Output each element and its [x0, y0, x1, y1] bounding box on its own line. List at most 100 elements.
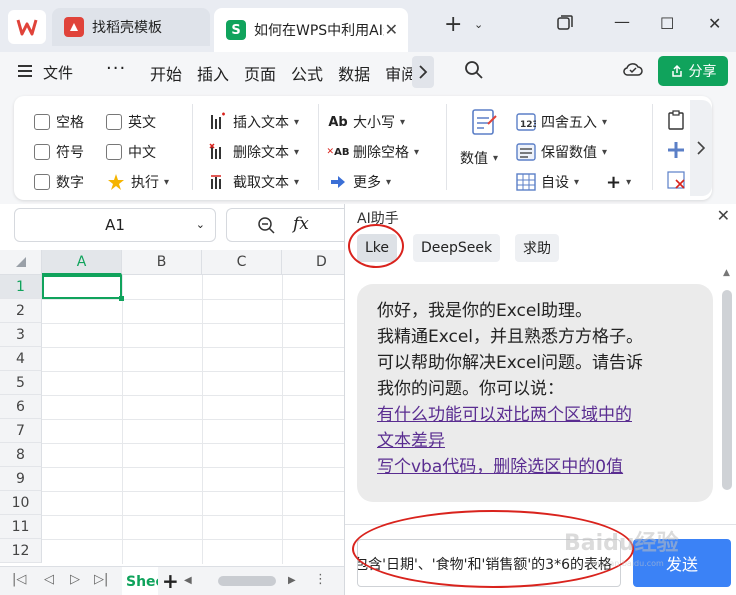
scroll-up-icon[interactable]: ▲ [723, 268, 730, 278]
case-label: 大小写 [353, 115, 395, 131]
extract-text-button[interactable]: 截取文本 ▾ [208, 172, 299, 192]
add-sheet-icon[interactable]: + [162, 569, 179, 593]
row-header[interactable]: 7 [0, 419, 42, 443]
suggestion-link-compare[interactable]: 有什么功能可以对比两个区域中的 [377, 402, 693, 428]
fx-icon[interactable]: fx [293, 214, 309, 234]
delete-text-button[interactable]: 删除文本 ▾ [208, 142, 299, 162]
close-icon[interactable]: ✕ [717, 206, 730, 225]
tab-deepseek[interactable]: DeepSeek [413, 234, 501, 262]
new-tab-icon[interactable]: + [444, 12, 462, 37]
chevron-down-icon[interactable]: ⌄ [474, 18, 483, 31]
menu-formula[interactable]: 公式 [291, 61, 323, 85]
share-button[interactable]: 分享 [658, 56, 728, 86]
menu-file[interactable]: 文件 [43, 62, 73, 83]
name-box[interactable]: A1 ⌄ [14, 208, 216, 242]
suggestion-link-compare-cont[interactable]: 文本差异 [377, 428, 693, 454]
grid-line [42, 323, 344, 324]
tab-current-document[interactable]: S 如何在WPS中利用AI生成表格 ✕ [214, 8, 408, 52]
row-header[interactable]: 2 [0, 299, 42, 323]
row-header[interactable]: 12 [0, 539, 42, 563]
grid-delete-icon[interactable] [666, 170, 686, 194]
menu-insert[interactable]: 插入 [197, 61, 229, 85]
round-button[interactable]: 123 四舍五入 ▾ [516, 112, 607, 132]
checkbox-box[interactable] [106, 114, 122, 130]
chevron-down-icon[interactable]: ⌄ [196, 218, 205, 231]
delete-space-button[interactable]: ✕ AB 删除空格 ▾ [327, 142, 419, 162]
close-tab-icon[interactable]: ✕ [385, 20, 398, 39]
checkbox-box[interactable] [34, 174, 50, 190]
hamburger-icon[interactable] [18, 65, 32, 77]
sheet-tab[interactable]: Sheet1 [122, 567, 158, 595]
number-clipboard-icon[interactable] [470, 106, 498, 140]
row-header[interactable]: 3 [0, 323, 42, 347]
selected-cell-a1[interactable] [42, 275, 124, 301]
checkbox-box[interactable] [34, 114, 50, 130]
restore-window-icon[interactable] [556, 14, 574, 36]
grid-add-icon[interactable] [666, 140, 686, 164]
menu-data[interactable]: 数据 [338, 61, 370, 85]
grid-line [42, 371, 344, 372]
menu-home[interactable]: 开始 [150, 61, 182, 85]
scroll-left-icon[interactable]: ◀ [184, 575, 192, 586]
maximize-icon[interactable]: ☐ [660, 14, 674, 33]
clipboard-icon[interactable] [666, 110, 686, 134]
checkbox-box[interactable] [34, 144, 50, 160]
more-button[interactable]: 更多 ▾ [328, 172, 391, 192]
column-header-d[interactable]: D [282, 250, 344, 275]
row-header[interactable]: 5 [0, 371, 42, 395]
checkbox-symbol[interactable]: 符号 [34, 142, 84, 162]
menu-more-button[interactable]: ··· [106, 58, 126, 79]
select-all-corner[interactable] [0, 250, 42, 275]
keep-value-button[interactable]: 保留数值 ▾ [516, 142, 607, 162]
checkbox-space[interactable]: 空格 [34, 112, 84, 132]
ribbon-scroll-right-button[interactable] [690, 100, 712, 196]
ai-panel-scrollbar[interactable] [722, 290, 732, 490]
execute-button[interactable]: 执行 ▾ [106, 172, 169, 192]
formula-bar[interactable]: fx [226, 208, 346, 242]
checkbox-chinese[interactable]: 中文 [106, 142, 156, 162]
menu-scroll-right-button[interactable] [412, 56, 434, 88]
checkbox-number[interactable]: 数字 [34, 172, 84, 192]
suggestion-link-vba[interactable]: 写个vba代码，删除选区中的0值 [377, 454, 693, 480]
prev-sheet-icon[interactable]: ◁ [44, 572, 54, 587]
close-window-icon[interactable]: ✕ [708, 14, 721, 33]
row-header[interactable]: 6 [0, 395, 42, 419]
tab-help[interactable]: 求助 [515, 234, 559, 262]
row-header[interactable]: 10 [0, 491, 42, 515]
scroll-right-icon[interactable]: ▶ [288, 575, 296, 586]
zoom-search-icon[interactable] [257, 216, 275, 238]
checkbox-english[interactable]: 英文 [106, 112, 156, 132]
insert-text-button[interactable]: 插入文本 ▾ [208, 112, 299, 132]
spreadsheet-grid[interactable]: A B C D 1 2 3 4 5 6 7 8 9 10 11 12 [0, 250, 344, 564]
column-header-a[interactable]: A [42, 250, 122, 275]
row-header[interactable]: 4 [0, 347, 42, 371]
first-sheet-icon[interactable]: |◁ [12, 572, 26, 587]
column-header-c[interactable]: C [202, 250, 282, 275]
tab-lke[interactable]: Lke [357, 234, 398, 262]
menu-review[interactable]: 审阅 [385, 61, 412, 85]
column-header-b[interactable]: B [122, 250, 202, 275]
row-header[interactable]: 1 [0, 275, 42, 299]
minimize-icon[interactable]: — [614, 12, 630, 31]
row-header[interactable]: 11 [0, 515, 42, 539]
add-button[interactable]: + ▾ [606, 172, 631, 193]
grid-line [42, 395, 344, 396]
last-sheet-icon[interactable]: ▷| [94, 572, 108, 587]
wps-logo-icon[interactable] [8, 10, 46, 44]
row-header[interactable]: 8 [0, 443, 42, 467]
share-label: 分享 [688, 64, 717, 80]
custom-button[interactable]: 自设 ▾ [516, 172, 579, 192]
row-header[interactable]: 9 [0, 467, 42, 491]
case-button[interactable]: Ab 大小写 ▾ [328, 112, 405, 132]
checkbox-label: 符号 [56, 145, 84, 161]
search-icon[interactable] [464, 60, 484, 84]
horizontal-scrollbar[interactable] [218, 576, 276, 586]
split-handle-icon[interactable]: ⋮ [314, 572, 327, 587]
tab-docer-templates[interactable]: 找稻壳模板 [52, 8, 210, 46]
grid-line [42, 347, 344, 348]
menu-page[interactable]: 页面 [244, 61, 276, 85]
cloud-sync-icon[interactable] [622, 60, 644, 82]
next-sheet-icon[interactable]: ▷ [70, 572, 80, 587]
number-button[interactable]: 数值 ▾ [460, 148, 498, 168]
checkbox-box[interactable] [106, 144, 122, 160]
